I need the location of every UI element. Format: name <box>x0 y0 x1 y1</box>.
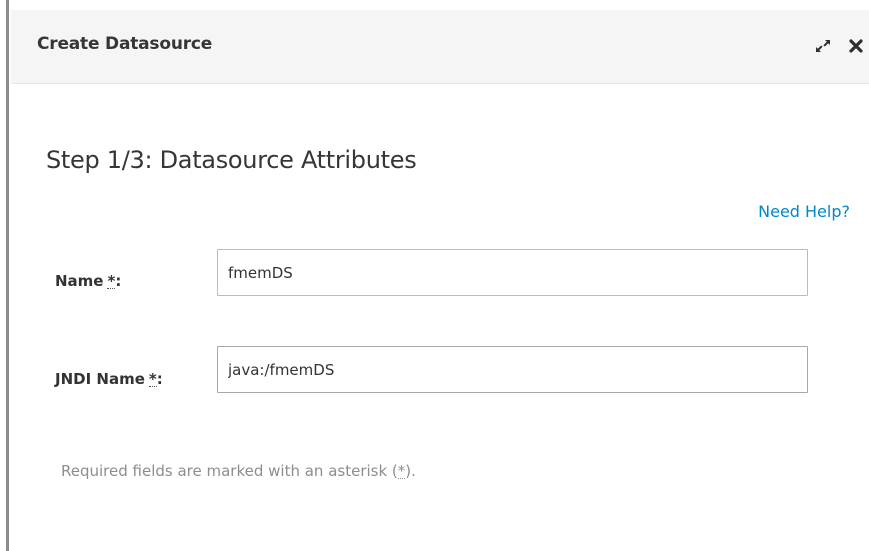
required-asterisk: * <box>148 370 157 388</box>
name-label-colon: : <box>115 272 122 290</box>
jndi-name-label-colon: : <box>156 370 163 388</box>
required-fields-note: Required fields are marked with an aster… <box>61 462 416 480</box>
dialog-header: Create Datasource <box>11 10 869 84</box>
create-datasource-dialog: Create Datasource Step 1/3: Datasource A… <box>11 0 869 551</box>
required-note-prefix: Required fields are marked with an aster… <box>61 462 398 480</box>
close-icon[interactable] <box>847 37 865 55</box>
jndi-name-label-text: JNDI Name <box>55 370 145 388</box>
name-label: Name *: <box>55 272 121 290</box>
maximize-icon[interactable] <box>814 37 832 55</box>
name-label-text: Name <box>55 272 104 290</box>
window-divider <box>6 0 9 551</box>
jndi-name-input[interactable] <box>217 346 808 393</box>
need-help-link[interactable]: Need Help? <box>758 202 850 221</box>
dialog-title: Create Datasource <box>37 34 213 54</box>
step-title: Step 1/3: Datasource Attributes <box>46 146 417 174</box>
name-input[interactable] <box>217 249 808 296</box>
jndi-name-label: JNDI Name *: <box>55 370 163 388</box>
page: Create Datasource Step 1/3: Datasource A… <box>0 0 869 551</box>
required-note-suffix: ). <box>405 462 416 480</box>
